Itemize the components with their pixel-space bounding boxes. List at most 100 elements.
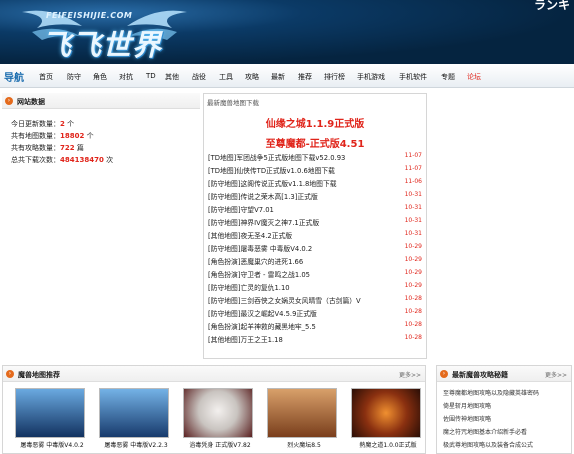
bullet-icon: › <box>5 97 13 105</box>
list-item-date: 10-31 <box>404 191 422 198</box>
guide-link[interactable]: 佐围传神地图攻略 <box>443 414 491 423</box>
stat-value: 18802 <box>60 132 85 140</box>
list-item-date: 10-28 <box>404 295 422 302</box>
nav-item-topics[interactable]: 专题 <box>441 72 455 82</box>
map-thumb-caption[interactable]: 浴毒凭身 正式版V7.82 <box>181 440 259 449</box>
map-thumb[interactable]: 熱魔之道1.0.0正式版 <box>351 388 421 450</box>
nav-item-mobile-apps[interactable]: 手机软件 <box>399 72 427 82</box>
map-thumb[interactable]: 屠毒恶雾 中毒版V2.2.3 <box>99 388 169 450</box>
recommended-title: 魔兽地图推荐 <box>18 371 60 379</box>
list-item-title[interactable]: [角色扮演]起羊神救的藏黑地牢_5.5 <box>208 321 316 331</box>
nav-item-forum[interactable]: 论坛 <box>467 72 481 82</box>
nav-item-guides[interactable]: 攻略 <box>245 72 259 82</box>
nav-item-latest[interactable]: 最新 <box>271 72 285 82</box>
map-thumb-caption[interactable]: 屠毒恶雾 中毒版V2.2.3 <box>97 440 175 449</box>
list-item[interactable]: [防守地图]传说之荣木高[1.3]正式版 10-31 <box>208 191 422 203</box>
map-thumb-image[interactable] <box>15 388 85 438</box>
list-item-date: 10-31 <box>404 204 422 211</box>
map-thumb[interactable]: 烈火魔坛8.5 <box>267 388 337 450</box>
list-item-title[interactable]: [防守地图]最汉之崛起V4.5.9正式版 <box>208 308 317 318</box>
featured-link[interactable]: 仙缘之城1.1.9正式版 <box>204 115 426 130</box>
list-item[interactable]: [TD地图]军团战争5正式版地图下载v52.0.93 11-07 <box>208 152 422 164</box>
map-thumb-caption[interactable]: 熱魔之道1.0.0正式版 <box>349 440 427 449</box>
map-thumb-caption[interactable]: 烈火魔坛8.5 <box>265 440 343 449</box>
site-header: FEIFEISHIJIE.COM 飞飞世界 ランキ <box>0 0 574 64</box>
nav-item-recommended[interactable]: 推荐 <box>298 72 312 82</box>
list-item[interactable]: [其他地图]万王之王1.18 10-28 <box>208 334 422 346</box>
list-item-title[interactable]: [TD地图]仙侠传TD正式版v1.0.6地图下载 <box>208 165 335 175</box>
map-thumb-caption[interactable]: 屠毒恶雾 中毒版V4.0.2 <box>13 440 91 449</box>
featured-link[interactable]: 至尊魔都-正式版4.51 <box>204 135 426 150</box>
list-item[interactable]: [TD地图]仙侠传TD正式版v1.0.6地图下载 11-07 <box>208 165 422 177</box>
nav-item-role[interactable]: 角色 <box>93 72 107 82</box>
guide-link[interactable]: 极武尊地图攻略以及装备合成公式 <box>443 440 533 449</box>
nav-item-other[interactable]: 其他 <box>165 72 179 82</box>
list-item[interactable]: [角色扮演]守卫者 - 雷鸣之战1.05 10-29 <box>208 269 422 281</box>
list-item-title[interactable]: [角色扮演]守卫者 - 雷鸣之战1.05 <box>208 269 310 279</box>
map-thumb[interactable]: 浴毒凭身 正式版V7.82 <box>183 388 253 450</box>
map-thumb[interactable]: 屠毒恶雾 中毒版V4.0.2 <box>15 388 85 450</box>
logo-main-text: 飞飞世界 <box>42 28 163 62</box>
bullet-icon: › <box>6 370 14 378</box>
list-item-title[interactable]: [防守地图]这阁传说正式版v1.1.8地图下载 <box>208 178 337 188</box>
nav-item-td[interactable]: TD <box>146 72 156 80</box>
list-item[interactable]: [防守地图]屠毒恶雾 中毒版V4.0.2 10-29 <box>208 243 422 255</box>
list-item[interactable]: [防守地图]守望V7.01 10-31 <box>208 204 422 216</box>
list-item-date: 10-29 <box>404 269 422 276</box>
map-thumb-image[interactable] <box>267 388 337 438</box>
more-link[interactable]: 更多>> <box>399 370 421 379</box>
stat-value: 484138470 <box>60 156 104 164</box>
stat-unit: 个 <box>84 132 94 140</box>
site-logo[interactable]: FEIFEISHIJIE.COM 飞飞世界 <box>12 2 197 62</box>
list-item[interactable]: [防守地图]这阁传说正式版v1.1.8地图下载 11-06 <box>208 178 422 190</box>
nav-item-campaign[interactable]: 战役 <box>192 72 206 82</box>
list-item-title[interactable]: [其他地图]夜无圣4.2正式版 <box>208 230 292 240</box>
list-item[interactable]: [防守地图]三剑吞侠之女娲灵女风晴雪（古剑篇）V 10-28 <box>208 295 422 307</box>
nav-item-ranking[interactable]: 排行榜 <box>324 72 345 82</box>
list-item-date: 10-28 <box>404 321 422 328</box>
stat-label: 共有攻略数量： <box>11 144 60 152</box>
list-item-title[interactable]: [防守地图]神界IV魔灭之神7.1正式版 <box>208 217 319 227</box>
stat-label: 今日更新数量： <box>11 120 60 128</box>
list-item-title[interactable]: [防守地图]亡灵的复仇1.10 <box>208 282 290 292</box>
list-item-title[interactable]: [防守地图]传说之荣木高[1.3]正式版 <box>208 191 318 201</box>
more-link[interactable]: 更多>> <box>545 370 567 379</box>
list-item-title[interactable]: [防守地图]屠毒恶雾 中毒版V4.0.2 <box>208 243 312 253</box>
list-item-title[interactable]: [角色扮演]恶魔巢穴的进死1.66 <box>208 256 303 266</box>
nav-item-mobile-games[interactable]: 手机游戏 <box>357 72 385 82</box>
map-thumb-image[interactable] <box>351 388 421 438</box>
list-item[interactable]: [角色扮演]恶魔巢穴的进死1.66 10-29 <box>208 256 422 268</box>
site-stats-panel: › 网站数据 今日更新数量：2 个 共有地图数量：18802 个 共有攻略数量：… <box>2 93 200 173</box>
map-thumb-image[interactable] <box>183 388 253 438</box>
list-item[interactable]: [防守地图]最汉之崛起V4.5.9正式版 10-28 <box>208 308 422 320</box>
guide-link[interactable]: 魔之符咒地图基本介绍新手必看 <box>443 427 527 436</box>
list-item[interactable]: [防守地图]亡灵的复仇1.10 10-29 <box>208 282 422 294</box>
list-item[interactable]: [角色扮演]起羊神救的藏黑地牢_5.5 10-28 <box>208 321 422 333</box>
latest-guides-panel: › 最新魔兽攻略秘籍 更多>> 至尊魔都地图攻略以及隐藏英雄密码 倚星斩月地图攻… <box>436 365 572 454</box>
stat-row: 总共下载次数：484138470 次 <box>11 155 113 165</box>
list-item-title[interactable]: [TD地图]军团战争5正式版地图下载v52.0.93 <box>208 152 345 162</box>
nav-item-home[interactable]: 首页 <box>39 72 53 82</box>
stat-unit: 次 <box>103 156 114 164</box>
list-item[interactable]: [其他地图]夜无圣4.2正式版 10-31 <box>208 230 422 242</box>
list-item-date: 10-29 <box>404 243 422 250</box>
list-item-title[interactable]: [其他地图]万王之王1.18 <box>208 334 283 344</box>
guide-link[interactable]: 至尊魔都地图攻略以及隐藏英雄密码 <box>443 388 539 397</box>
list-item-date: 11-07 <box>404 152 422 159</box>
list-item[interactable]: [防守地图]神界IV魔灭之神7.1正式版 10-31 <box>208 217 422 229</box>
map-thumb-image[interactable] <box>99 388 169 438</box>
stat-label: 总共下载次数： <box>11 156 60 164</box>
nav-item-defense[interactable]: 防守 <box>67 72 81 82</box>
stat-unit: 篇 <box>74 144 84 152</box>
latest-maps-panel: 最新魔兽地图下载 仙缘之城1.1.9正式版 至尊魔都-正式版4.51 [TD地图… <box>203 93 427 359</box>
list-item-title[interactable]: [防守地图]三剑吞侠之女娲灵女风晴雪（古剑篇）V <box>208 295 361 305</box>
nav-item-versus[interactable]: 对抗 <box>119 72 133 82</box>
bullet-icon: › <box>440 370 448 378</box>
list-item-date: 10-31 <box>404 230 422 237</box>
nav-item-tools[interactable]: 工具 <box>219 72 233 82</box>
list-item-title[interactable]: [防守地图]守望V7.01 <box>208 204 274 214</box>
list-item-date: 10-31 <box>404 217 422 224</box>
guide-link[interactable]: 倚星斩月地图攻略 <box>443 401 491 410</box>
guides-title: 最新魔兽攻略秘籍 <box>452 371 508 379</box>
list-item-date: 10-29 <box>404 256 422 263</box>
